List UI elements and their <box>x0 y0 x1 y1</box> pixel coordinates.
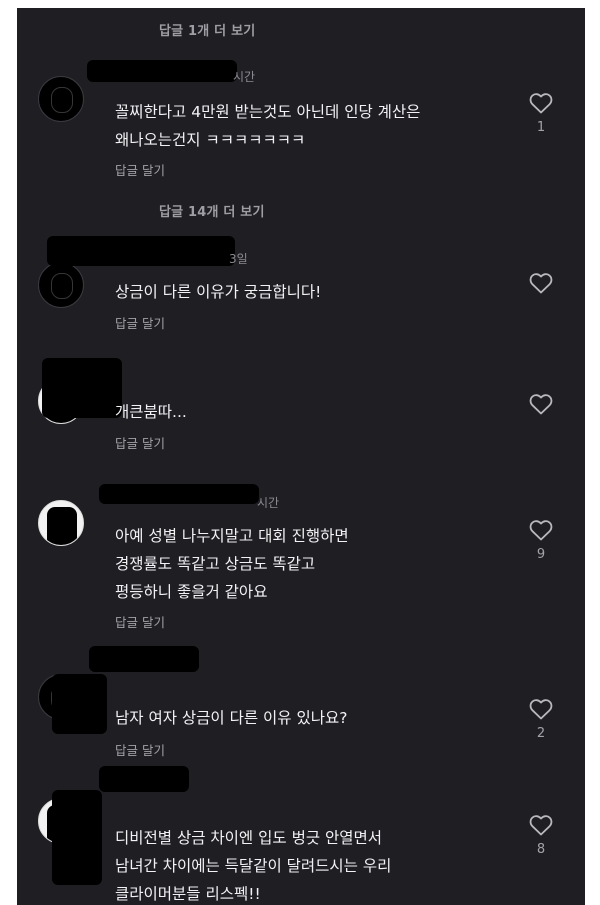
redacted-username <box>47 236 235 266</box>
heart-outline-icon <box>529 699 553 720</box>
heart-outline-icon <box>529 815 553 836</box>
heart-outline-icon <box>529 520 553 541</box>
like-count: 9 <box>536 547 546 562</box>
reply-button[interactable]: 답글 달기 <box>115 612 165 631</box>
reply-button[interactable]: 답글 달기 <box>115 160 165 179</box>
like-count: 8 <box>536 842 546 857</box>
heart-outline-icon <box>529 394 553 415</box>
view-more-replies-button[interactable]: 답글 1개 더 보기 <box>159 20 255 39</box>
like-button[interactable]: 1 <box>525 92 557 135</box>
reply-button[interactable]: 답글 달기 <box>115 313 165 332</box>
redacted-username <box>87 60 237 82</box>
redacted-username <box>99 484 259 504</box>
avatar[interactable] <box>38 262 84 308</box>
comments-panel: 답글 1개 더 보기 시간 꼴찌한다고 4만원 받는것도 아닌데 인당 계산은 … <box>17 8 585 905</box>
reply-button[interactable]: 답글 달기 <box>115 740 165 759</box>
comment-text: 꼴찌한다고 4만원 받는것도 아닌데 인당 계산은 왜나오는건지 ㅋㅋㅋㅋㅋㅋㅋ <box>115 103 421 149</box>
redacted-username <box>89 646 199 672</box>
avatar-image <box>47 507 77 545</box>
comment-text: 개큰붐따... <box>115 403 187 421</box>
comment-timestamp: 시간 <box>233 70 256 84</box>
heart-outline-icon <box>529 273 553 294</box>
view-more-replies-button[interactable]: 답글 14개 더 보기 <box>159 201 265 220</box>
like-button[interactable]: 8 <box>525 814 557 857</box>
like-count: 2 <box>536 726 546 741</box>
like-button[interactable]: 2 <box>525 698 557 741</box>
like-button[interactable] <box>525 272 557 300</box>
like-button[interactable] <box>525 393 557 421</box>
comment-text: 디비전별 상금 차이엔 입도 벙긋 안열면서 남녀간 차이에는 득달같이 달려드… <box>115 829 392 903</box>
comment-timestamp: 시간 <box>257 496 280 510</box>
avatar-image <box>51 273 73 299</box>
comment-text: 아예 성별 나누지말고 대회 진행하면 경쟁률도 똑같고 상금도 똑같고 평등하… <box>115 527 349 601</box>
comment-text: 상금이 다른 이유가 궁금합니다! <box>115 283 322 301</box>
redacted-avatar <box>52 790 102 885</box>
avatar[interactable] <box>38 500 84 546</box>
redacted-avatar <box>52 674 107 734</box>
redacted-username <box>99 766 189 792</box>
heart-outline-icon <box>529 93 553 114</box>
comment-text: 남자 여자 상금이 다른 이유 있나요? <box>115 709 348 727</box>
like-button[interactable]: 9 <box>525 519 557 562</box>
avatar-image <box>51 87 73 113</box>
reply-button[interactable]: 답글 달기 <box>115 433 165 452</box>
comment-timestamp: 3일 <box>229 252 248 266</box>
like-count: 1 <box>536 120 546 135</box>
avatar[interactable] <box>38 76 84 122</box>
redacted-username <box>42 358 122 418</box>
